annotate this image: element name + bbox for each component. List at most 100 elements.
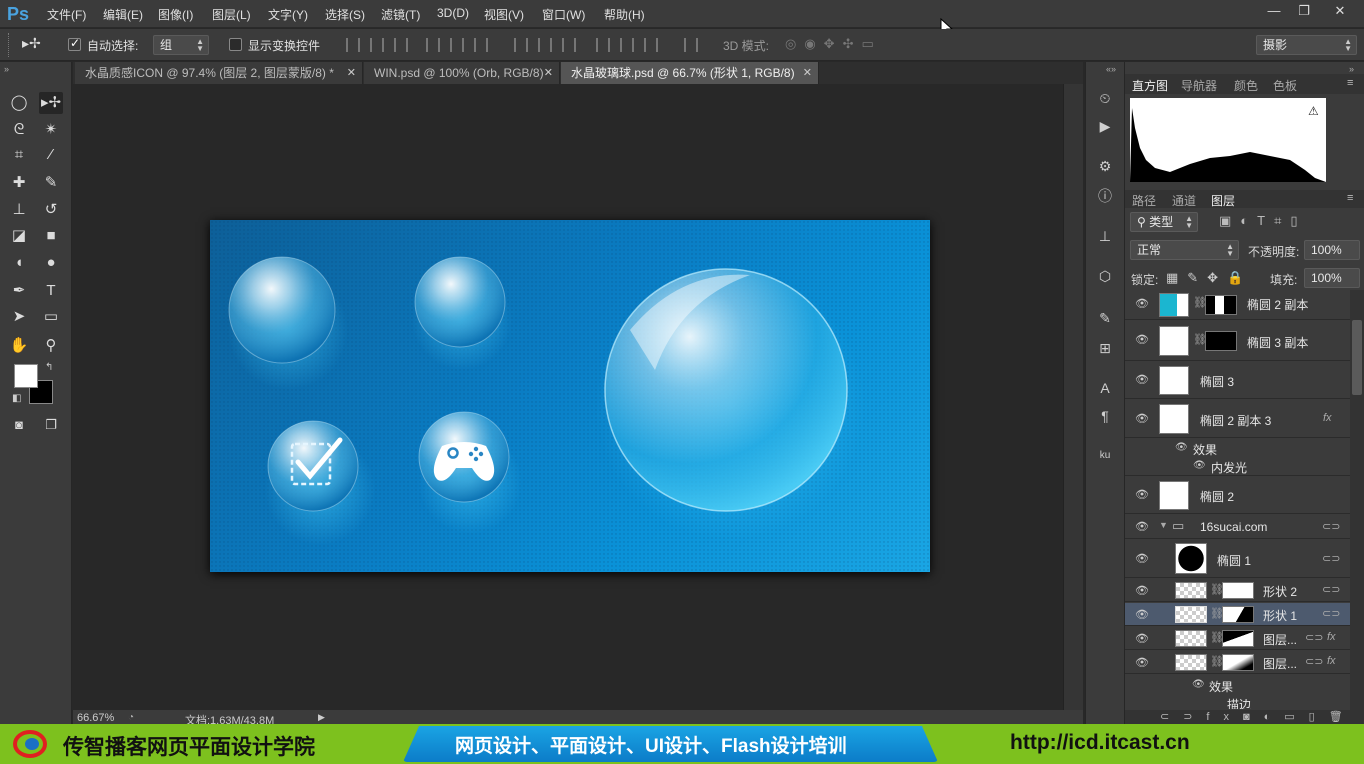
healing-brush-tool-icon[interactable]: ✚ — [7, 172, 31, 194]
status-menu-arrow-icon[interactable]: ▶ — [318, 712, 325, 723]
fx-icon[interactable]: fx — [1327, 631, 1336, 643]
distribute-left-icon[interactable] — [596, 38, 610, 52]
menu-layer[interactable]: 图层(L) — [212, 6, 251, 23]
fill-input[interactable]: 100% — [1304, 268, 1360, 288]
eyedropper-tool-icon[interactable]: ⁄ — [39, 144, 63, 166]
link-icon[interactable]: ⊂⊃ — [1322, 583, 1340, 596]
layer-row[interactable]: 👁 ⛓ 形状 2 ⊂⊃ — [1125, 579, 1350, 602]
link-icon[interactable]: ⊂⊃ — [1305, 631, 1323, 644]
clone-stamp-tool-icon[interactable]: ⊥ — [7, 199, 31, 221]
screen-mode-icon[interactable]: ❐ — [39, 414, 63, 436]
status-info-icon[interactable]: ◔ — [128, 712, 134, 723]
tab-channels[interactable]: 通道 — [1172, 192, 1196, 209]
zoom-tool-icon[interactable]: ⚲ — [39, 335, 63, 357]
visibility-eye-icon[interactable]: 👁 — [1135, 608, 1149, 621]
distribute-top-icon[interactable] — [514, 38, 528, 52]
layers-scrollbar[interactable] — [1350, 290, 1364, 710]
3d-panel-icon[interactable]: ⬡ — [1093, 264, 1117, 288]
visibility-eye-icon[interactable]: 👁 — [1135, 552, 1149, 565]
tab-swatches[interactable]: 色板 — [1273, 77, 1297, 94]
move-tool-icon[interactable]: ▸✢ — [39, 92, 63, 114]
opacity-input[interactable]: 100% — [1304, 240, 1360, 260]
histogram-warning-icon[interactable]: ⚠ — [1308, 104, 1319, 118]
layer-row[interactable]: 👁 椭圆 1 ⊂⊃ — [1125, 540, 1350, 578]
path-selection-tool-icon[interactable]: ➤ — [7, 306, 31, 328]
distribute-bottom-icon[interactable] — [562, 38, 576, 52]
link-icon[interactable]: ⊂⊃ — [1322, 607, 1340, 620]
minimize-button[interactable]: — — [1260, 2, 1288, 20]
fx-icon[interactable]: fx — [1323, 412, 1332, 424]
auto-align-icon[interactable] — [684, 38, 698, 52]
tab-navigator[interactable]: 导航器 — [1181, 77, 1217, 94]
pen-tool-icon[interactable]: ✒ — [7, 280, 31, 302]
layer-group-row[interactable]: 👁 ▼ ▭ 16sucai.com ⊂⊃ — [1125, 515, 1350, 539]
type-tool-icon[interactable]: T — [39, 280, 63, 302]
hand-tool-icon[interactable]: ✋ — [7, 335, 31, 357]
visibility-eye-icon[interactable]: 👁 — [1135, 520, 1149, 533]
tab-crystal-icon[interactable]: 水晶质感ICON @ 97.4% (图层 2, 图层蒙版/8) * ✕ — [75, 62, 363, 84]
visibility-eye-icon[interactable]: 👁 — [1135, 656, 1149, 669]
menu-filter[interactable]: 滤镜(T) — [381, 6, 420, 23]
tab-win[interactable]: WIN.psd @ 100% (Orb, RGB/8) ✕ — [364, 62, 560, 84]
close-tab-icon[interactable]: ✕ — [803, 62, 812, 84]
default-colors-icon[interactable]: ◧ — [12, 393, 21, 404]
layers-panel-menu-icon[interactable]: ≡ — [1347, 192, 1353, 204]
menu-image[interactable]: 图像(I) — [158, 6, 193, 23]
visibility-eye-icon[interactable]: 👁 — [1135, 488, 1149, 501]
visibility-eye-icon[interactable]: 👁 — [1192, 679, 1205, 690]
visibility-eye-icon[interactable]: 👁 — [1175, 442, 1188, 453]
tab-histogram[interactable]: 直方图 — [1132, 77, 1168, 94]
restore-button[interactable]: ❐ — [1290, 2, 1318, 20]
align-vcenter-icon[interactable] — [370, 38, 384, 52]
distribute-right-icon[interactable] — [644, 38, 658, 52]
blur-tool-icon[interactable]: ◖ — [7, 252, 31, 274]
visibility-eye-icon[interactable]: 👁 — [1135, 373, 1149, 386]
group-expand-icon[interactable]: ▼ — [1159, 520, 1168, 530]
menu-edit[interactable]: 编辑(E) — [103, 6, 143, 23]
move-tool-preset-icon[interactable]: ▸✢ — [22, 35, 41, 52]
close-button[interactable]: ✕ — [1326, 2, 1354, 20]
scrollbar-thumb[interactable] — [1352, 320, 1362, 395]
brush-panel-icon[interactable]: ✎ — [1093, 306, 1117, 330]
fx-icon[interactable]: fx — [1327, 655, 1336, 667]
visibility-eye-icon[interactable]: 👁 — [1135, 333, 1149, 346]
auto-select-dropdown[interactable]: 组 ▲ ▼ — [153, 35, 209, 55]
visibility-eye-icon[interactable]: 👁 — [1135, 584, 1149, 597]
link-icon[interactable]: ⊂⊃ — [1322, 552, 1340, 565]
document-canvas[interactable] — [210, 220, 930, 572]
distribute-vcenter-icon[interactable] — [538, 38, 552, 52]
menu-view[interactable]: 视图(V) — [484, 6, 524, 23]
actions-panel-icon[interactable]: ▶ — [1093, 114, 1117, 138]
crop-tool-icon[interactable]: ⌗ — [7, 144, 31, 166]
distribute-hcenter-icon[interactable] — [620, 38, 634, 52]
properties-panel-icon[interactable]: ⚙ — [1093, 154, 1117, 178]
history-panel-icon[interactable]: ⏲ — [1093, 86, 1117, 110]
layers-footer-icons[interactable]: ⊂⊃fx◙◐▭▯🗑 — [1160, 710, 1357, 723]
kuler-panel-icon[interactable]: ku — [1093, 444, 1117, 468]
menu-window[interactable]: 窗口(W) — [542, 6, 585, 23]
align-bottom-icon[interactable] — [394, 38, 408, 52]
eraser-tool-icon[interactable]: ◪ — [7, 225, 31, 247]
dodge-tool-icon[interactable]: ● — [39, 252, 63, 274]
clone-source-icon[interactable]: ⊞ — [1093, 336, 1117, 360]
info-panel-icon[interactable]: ⓘ — [1093, 184, 1117, 208]
collapse-toolbox-icon[interactable]: » — [4, 64, 9, 74]
tab-layers[interactable]: 图层 — [1211, 192, 1235, 209]
link-icon[interactable]: ⊂⊃ — [1322, 520, 1340, 533]
brush-tool-icon[interactable]: ✎ — [39, 172, 63, 194]
layer-row-selected[interactable]: 👁 ⛓ 形状 1 ⊂⊃ — [1125, 603, 1350, 626]
blend-mode-dropdown[interactable]: 正常 ▲ ▼ — [1130, 240, 1239, 260]
menu-select[interactable]: 选择(S) — [325, 6, 365, 23]
layer-row[interactable]: 👁 ⛓ 图层... ⊂⊃ fx — [1125, 651, 1350, 674]
align-top-icon[interactable] — [346, 38, 360, 52]
close-tab-icon[interactable]: ✕ — [544, 62, 553, 84]
collapse-strip-icon[interactable]: «» — [1106, 64, 1116, 74]
banner-url[interactable]: http://icd.itcast.cn — [1010, 731, 1190, 755]
layer-row[interactable]: 👁 椭圆 3 — [1125, 362, 1350, 399]
layer-row[interactable]: 👁 ⛓ 椭圆 3 副本 — [1125, 321, 1350, 361]
vertical-scrollbar[interactable] — [1063, 84, 1083, 710]
brush-presets-icon[interactable]: ⊥ — [1093, 224, 1117, 248]
gradient-tool-icon[interactable]: ■ — [39, 225, 63, 247]
align-hcenter-icon[interactable] — [450, 38, 464, 52]
zoom-level[interactable]: 66.67% — [77, 712, 114, 724]
